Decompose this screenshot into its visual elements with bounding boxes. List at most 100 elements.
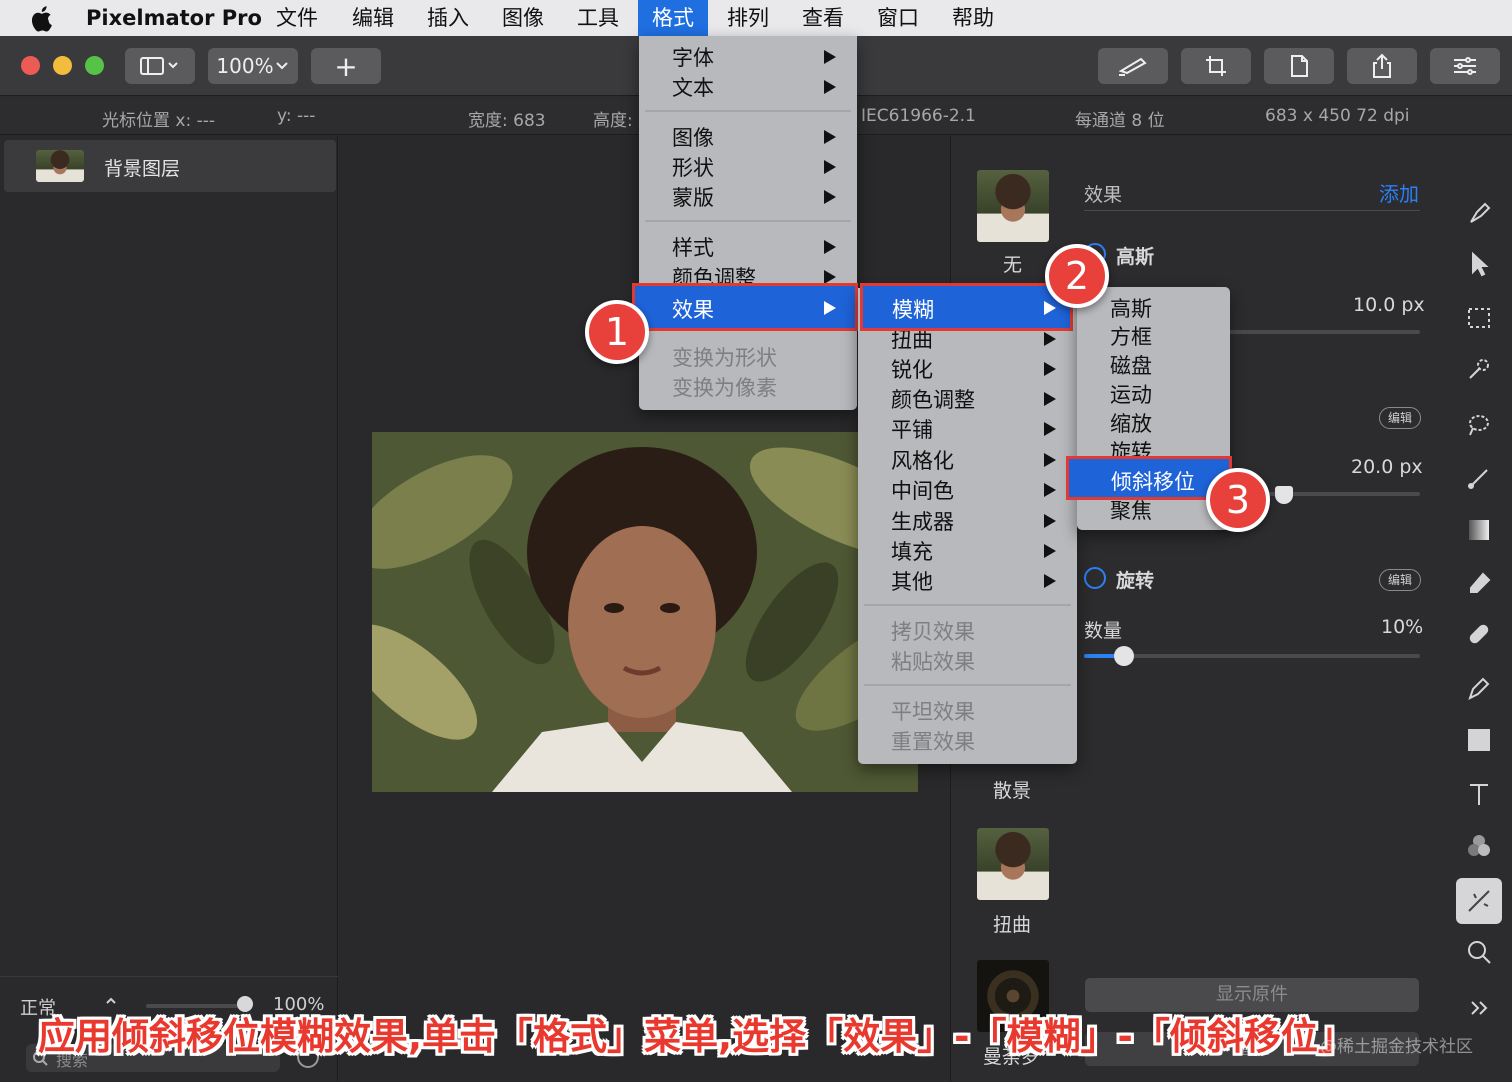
divider: [1084, 210, 1420, 211]
menu-item-generator[interactable]: 生成器: [891, 506, 954, 536]
menu-image[interactable]: 图像: [502, 0, 544, 36]
step-callout-2: 2: [1045, 244, 1109, 308]
type-tool[interactable]: [1461, 776, 1497, 812]
gaussian-effect-name[interactable]: 高斯: [1116, 242, 1154, 269]
effect-slider-2-knob[interactable]: [1275, 486, 1293, 504]
menu-item-sharpen[interactable]: 锐化: [891, 354, 933, 384]
zoom-tool[interactable]: [1461, 934, 1497, 970]
erase-tool[interactable]: [1461, 564, 1497, 600]
apple-icon[interactable]: [30, 4, 56, 32]
pen-tool[interactable]: [1461, 670, 1497, 706]
crop-button[interactable]: [1181, 48, 1251, 84]
effects-tool[interactable]: [1456, 878, 1502, 924]
retouch-button[interactable]: [1098, 48, 1168, 84]
menu-separator: [864, 604, 1071, 606]
portrait-photo: [372, 432, 918, 792]
menu-file[interactable]: 文件: [276, 0, 318, 36]
zoom-value: 100%: [216, 54, 274, 78]
share-button[interactable]: [1347, 48, 1417, 84]
add-button[interactable]: +: [311, 48, 381, 84]
menu-item-convert-to-shape[interactable]: 变换为形状: [672, 342, 777, 372]
arrange-tool[interactable]: [1461, 246, 1497, 282]
menu-item-blur[interactable]: 模糊: [860, 283, 1073, 331]
effect-thumb-distort[interactable]: [977, 828, 1049, 900]
submenu-arrow-icon: [824, 190, 836, 204]
submenu-arrow-icon: [1044, 392, 1056, 406]
rotate-toggle[interactable]: [1084, 567, 1106, 589]
text-icon: [1470, 784, 1488, 805]
menu-item-reset-effects[interactable]: 重置效果: [891, 726, 975, 756]
menu-item-font[interactable]: 字体: [672, 42, 714, 72]
menu-item-disc[interactable]: 磁盘: [1110, 350, 1152, 380]
edit-button[interactable]: 编辑: [1379, 407, 1421, 429]
menu-view[interactable]: 查看: [802, 0, 844, 36]
quick-select-tool[interactable]: [1461, 352, 1497, 388]
menu-item-gaussian[interactable]: 高斯: [1110, 293, 1152, 323]
menu-separator: [645, 220, 851, 222]
menu-item-paste-effects[interactable]: 粘贴效果: [891, 646, 975, 676]
shape-tool[interactable]: [1461, 722, 1497, 758]
menu-item-halftone[interactable]: 中间色: [891, 475, 954, 505]
amount-slider[interactable]: [1084, 646, 1420, 666]
brush-icon: [1118, 57, 1147, 76]
rotate-effect-name[interactable]: 旋转: [1116, 566, 1154, 593]
sidebar-toggle-button[interactable]: [125, 48, 195, 84]
gradient-tool[interactable]: [1461, 512, 1497, 548]
zoom-window-button[interactable]: [85, 56, 104, 75]
amount-value: 10%: [1381, 616, 1424, 638]
repair-select-tool[interactable]: [1461, 406, 1497, 442]
menu-tools[interactable]: 工具: [577, 0, 619, 36]
more-tools-button[interactable]: [1461, 990, 1497, 1026]
effect-thumb-distort-label: 扭曲: [993, 914, 1032, 936]
document-button[interactable]: [1264, 48, 1334, 84]
menu-item-other[interactable]: 其他: [891, 566, 933, 596]
submenu-arrow-icon: [1044, 453, 1056, 467]
canvas-image[interactable]: [372, 432, 918, 792]
minimize-window-button[interactable]: [53, 56, 72, 75]
menu-item-shape[interactable]: 形状: [672, 152, 714, 182]
app-name[interactable]: Pixelmator Pro: [86, 0, 262, 36]
submenu-arrow-icon: [1044, 483, 1056, 497]
color-adjust-tool[interactable]: [1461, 828, 1497, 864]
menu-item-zoom-blur[interactable]: 缩放: [1110, 408, 1152, 438]
select-tool[interactable]: [1461, 300, 1497, 336]
menu-item-tile[interactable]: 平铺: [891, 414, 933, 444]
retouch-tool[interactable]: [1461, 616, 1497, 652]
close-window-button[interactable]: [21, 56, 40, 75]
menu-window[interactable]: 窗口: [877, 0, 919, 36]
menu-item-text[interactable]: 文本: [672, 72, 714, 102]
menu-item-copy-effects[interactable]: 拷贝效果: [891, 616, 975, 646]
style-tool[interactable]: [1461, 194, 1497, 230]
gaussian-radius-value: 10.0 px: [1353, 294, 1425, 316]
menu-help[interactable]: 帮助: [952, 0, 994, 36]
menu-item-convert-to-pixels[interactable]: 变换为像素: [672, 372, 777, 402]
rect-select-icon: [1468, 308, 1490, 328]
amount-label: 数量: [1084, 620, 1123, 642]
format-menu: 字体 文本 图像 形状 蒙版 样式 颜色调整 变换为形状 变换为像素: [639, 36, 857, 410]
menu-item-motion[interactable]: 运动: [1110, 379, 1152, 409]
menu-item-image[interactable]: 图像: [672, 122, 714, 152]
menu-item-stylize[interactable]: 风格化: [891, 445, 954, 475]
menu-edit[interactable]: 编辑: [352, 0, 394, 36]
show-original-label: 显示原件: [1216, 984, 1288, 1005]
adjust-button[interactable]: [1430, 48, 1500, 84]
layer-item[interactable]: 背景图层: [4, 140, 336, 192]
menu-item-fill[interactable]: 填充: [891, 536, 933, 566]
brush-icon: [1470, 202, 1491, 223]
menu-item-box[interactable]: 方框: [1110, 321, 1152, 351]
effect-thumb-none[interactable]: [977, 170, 1049, 242]
image-width: 宽度: 683: [468, 111, 546, 131]
menu-arrange[interactable]: 排列: [727, 0, 769, 36]
add-effect-button[interactable]: 添加: [1379, 178, 1419, 207]
menu-item-effects[interactable]: 效果: [632, 283, 858, 331]
menu-item-mask[interactable]: 蒙版: [672, 182, 714, 212]
menu-item-color-adjust-fx[interactable]: 颜色调整: [891, 384, 975, 414]
paint-tool[interactable]: [1461, 460, 1497, 496]
amount-slider-knob[interactable]: [1114, 646, 1135, 666]
rotate-edit-button[interactable]: 编辑: [1379, 569, 1421, 591]
menu-item-style[interactable]: 样式: [672, 232, 714, 262]
menu-insert[interactable]: 插入: [427, 0, 469, 36]
menu-item-flatten-effects[interactable]: 平坦效果: [891, 696, 975, 726]
zoom-select[interactable]: 100%: [208, 48, 298, 84]
menu-format[interactable]: 格式: [638, 0, 708, 36]
